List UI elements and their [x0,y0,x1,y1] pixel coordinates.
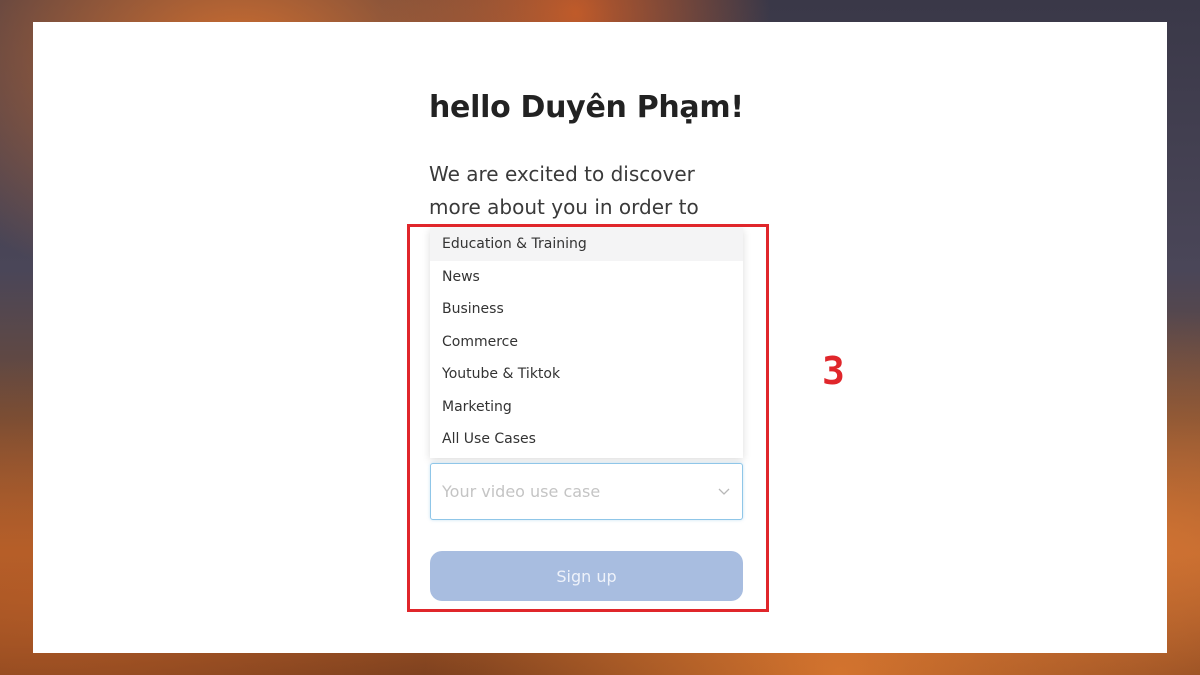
option-marketing[interactable]: Marketing [430,391,743,424]
intro-line-1: We are excited to discover [429,162,695,186]
option-commerce[interactable]: Commerce [430,326,743,359]
use-case-select-placeholder: Your video use case [442,482,601,501]
greeting-heading: hello Duyên Phạm! [429,90,744,125]
option-news[interactable]: News [430,261,743,294]
intro-text: We are excited to discover more about yo… [429,158,739,224]
annotation-step-number: 3 [822,349,845,393]
option-education-training[interactable]: Education & Training [430,228,743,261]
sign-up-button[interactable]: Sign up [430,551,743,601]
option-youtube-tiktok[interactable]: Youtube & Tiktok [430,358,743,391]
option-all-use-cases[interactable]: All Use Cases [430,423,743,456]
chevron-down-icon [718,488,730,495]
use-case-dropdown-menu: Education & Training News Business Comme… [430,228,743,458]
intro-line-2: more about you in order to [429,195,699,219]
option-business[interactable]: Business [430,293,743,326]
use-case-select[interactable]: Your video use case [430,463,743,520]
